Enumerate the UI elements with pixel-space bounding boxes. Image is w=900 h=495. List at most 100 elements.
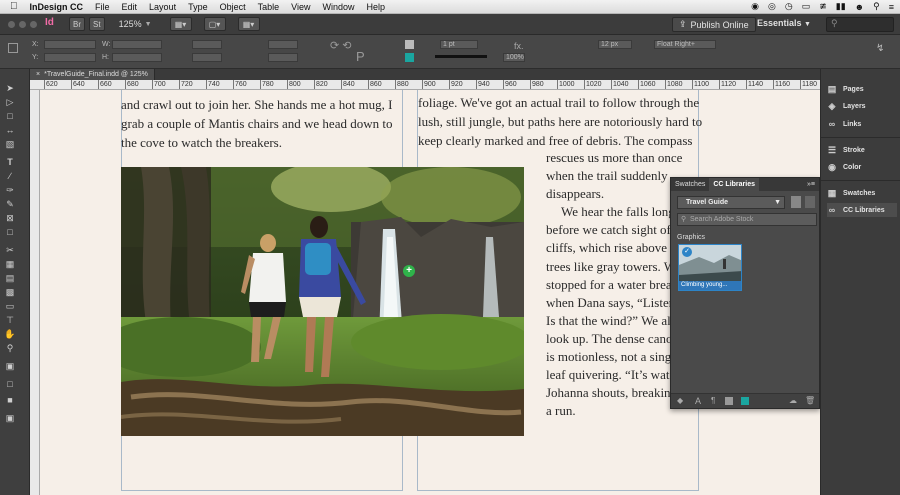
dock-item-color[interactable]: ◉ Color (827, 160, 897, 174)
body-text-line[interactable]: the cove to watch the breakers. (121, 134, 282, 153)
lightning-icon[interactable]: ↯ (876, 43, 884, 54)
fill-stroke-icon[interactable]: ▣ (4, 361, 16, 372)
user-icon[interactable]: ☻ (855, 2, 864, 12)
body-text-line[interactable]: keep clearly marked and free of debris. … (418, 132, 692, 151)
body-text-line[interactable]: before we catch sight of (546, 221, 671, 240)
body-text-line[interactable]: when the trail suddenly (546, 167, 668, 186)
menu-window[interactable]: Window (316, 2, 360, 12)
gradient-tool-icon[interactable]: ▤ (4, 273, 16, 284)
help-search-input[interactable]: ⚲ (826, 17, 894, 32)
note-tool-icon[interactable]: ▭ (4, 301, 16, 312)
object-style-dropdown[interactable]: Float Right+ (654, 40, 716, 49)
scissors-tool-icon[interactable]: ✂ (4, 245, 16, 256)
document-tab[interactable]: × *TravelGuide_Final.indd @ 125% (30, 69, 155, 80)
zoom-tool-icon[interactable]: ⚲ (4, 343, 16, 354)
view-options-button[interactable]: ▦▾ (169, 17, 192, 31)
screen-mode-icon[interactable]: ▣ (4, 413, 16, 424)
menu-view[interactable]: View (285, 2, 316, 12)
menu-app-name[interactable]: InDesign CC (24, 2, 90, 12)
free-transform-tool-icon[interactable]: ▦ (4, 259, 16, 270)
opacity-field[interactable]: 100% (503, 53, 525, 62)
body-text-line[interactable]: stopped for a water brea (546, 276, 672, 295)
apple-icon[interactable]:  (0, 1, 24, 12)
effects-icon[interactable]: fx. (514, 41, 524, 51)
tab-swatches[interactable]: Swatches (671, 178, 709, 191)
cloud-sync-icon[interactable]: ☁ (789, 396, 797, 405)
x-field[interactable] (44, 40, 96, 49)
wifi-icon[interactable]: ≇ (819, 1, 827, 12)
body-text-line[interactable]: grab a couple of Mantis chairs and we he… (121, 115, 392, 134)
bridge-button[interactable]: Br (69, 17, 85, 31)
pencil-tool-icon[interactable]: ✎ (4, 199, 16, 210)
stroke-type-selector[interactable] (435, 55, 487, 58)
body-text-line[interactable]: trees like gray towers. W (546, 258, 676, 277)
menu-type[interactable]: Type (182, 2, 214, 12)
library-dropdown[interactable]: Travel Guide ▼ (677, 196, 785, 209)
body-text-line[interactable]: a run. (546, 402, 576, 421)
scale-y-field[interactable] (192, 53, 222, 62)
tab-cc-libraries[interactable]: CC Libraries (709, 178, 759, 191)
placed-image-hikers-waterfall[interactable] (121, 167, 524, 436)
spotlight-icon[interactable]: ⚲ (873, 1, 880, 12)
eyedropper-tool-icon[interactable]: ⊤ (4, 315, 16, 326)
cc-status-icon[interactable]: ◉ (751, 1, 759, 12)
shear-field[interactable] (268, 53, 298, 62)
body-text-line[interactable]: foliage. We've got an actual trail to fo… (418, 94, 699, 113)
zoom-dropdown-icon[interactable]: ▼ (145, 21, 152, 28)
body-text-line[interactable]: is motionless, not a singl (546, 348, 675, 367)
add-stroke-color-icon[interactable] (741, 397, 749, 405)
add-fill-color-icon[interactable] (725, 397, 733, 405)
rotate-icons[interactable]: ⟳ ⟲ (330, 39, 352, 52)
width-field[interactable] (112, 40, 162, 49)
dock-item-stroke[interactable]: ☰ Stroke (827, 143, 897, 157)
dock-item-links[interactable]: ∞ Links (827, 117, 897, 131)
stroke-weight-field[interactable]: 1 pt (440, 40, 478, 49)
fill-swatch[interactable] (405, 40, 414, 49)
dock-item-cc-libraries[interactable]: ∞ CC Libraries (827, 203, 897, 217)
body-text-line[interactable]: look up. The dense canop (546, 330, 679, 349)
publish-online-button[interactable]: ⇪ Publish Online (672, 17, 756, 32)
body-text-line[interactable]: Johanna shouts, breaking (546, 384, 677, 403)
page-tool-icon[interactable]: □ (4, 111, 16, 122)
hand-tool-icon[interactable]: ✋ (4, 329, 16, 340)
formatting-affects-icon[interactable]: □ (4, 379, 16, 390)
height-field[interactable] (112, 53, 162, 62)
text-frame-icon[interactable]: P (356, 49, 365, 64)
menu-help[interactable]: Help (361, 2, 392, 12)
apply-color-icon[interactable]: ■ (4, 395, 16, 406)
timemachine-icon[interactable]: ◷ (785, 1, 793, 12)
direct-selection-tool-icon[interactable]: ▷ (4, 97, 16, 108)
content-collector-icon[interactable]: ▧ (4, 139, 16, 150)
stroke-swatch[interactable] (405, 53, 414, 62)
reference-point-icon[interactable] (8, 43, 18, 53)
pen-tool-icon[interactable]: ✑ (4, 185, 16, 196)
screen-mode-button[interactable]: ▢▾ (203, 17, 226, 31)
stock-button[interactable]: St (89, 17, 105, 31)
zoom-window-button[interactable] (30, 20, 37, 28)
display-icon[interactable]: ▭ (802, 1, 811, 12)
minimize-window-button[interactable] (19, 20, 26, 28)
body-text-line[interactable]: lush, still jungle, but paths here are n… (418, 113, 702, 132)
gradient-feather-tool-icon[interactable]: ▩ (4, 287, 16, 298)
rectangle-tool-icon[interactable]: □ (4, 227, 16, 238)
adobe-stock-search[interactable]: ⚲ Search Adobe Stock (677, 213, 817, 226)
tab-close-icon[interactable]: × (36, 71, 40, 78)
body-text-line[interactable]: We hear the falls long (561, 203, 675, 222)
body-text-line[interactable]: leaf quivering. “It’s water (546, 366, 680, 385)
rotate-field[interactable] (268, 40, 298, 49)
gap-tool-icon[interactable]: ↔ (4, 125, 16, 136)
spacing-field[interactable]: 12 px (598, 40, 632, 49)
menu-edit[interactable]: Edit (116, 2, 144, 12)
list-view-icon[interactable] (805, 196, 815, 208)
scale-x-field[interactable] (192, 40, 222, 49)
line-tool-icon[interactable]: ∕ (4, 171, 16, 182)
battery-icon[interactable]: ▮▮ (836, 1, 846, 12)
menu-file[interactable]: File (89, 2, 116, 12)
menu-layout[interactable]: Layout (143, 2, 182, 12)
horizontal-ruler[interactable]: 620 640 660 680 700 720 740 760 780 800 820 840 860 8… (30, 80, 820, 90)
add-graphic-icon[interactable]: ◆ (677, 396, 683, 405)
grid-view-icon[interactable] (791, 196, 801, 208)
menu-table[interactable]: Table (252, 2, 286, 12)
body-text-line[interactable]: disappears. (546, 185, 604, 204)
body-text-line[interactable]: when Dana says, “Listen (546, 294, 675, 313)
